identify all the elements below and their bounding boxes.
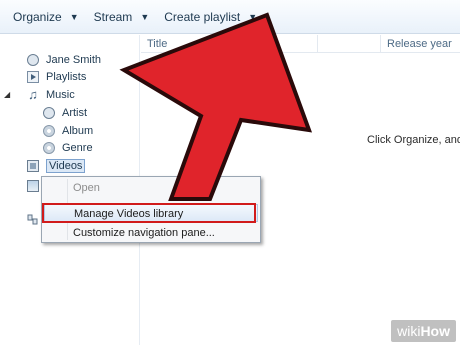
column-release-year[interactable]: Release year <box>380 35 460 53</box>
pictures-icon <box>27 180 39 192</box>
chevron-down-icon: ▼ <box>140 11 150 22</box>
column-title[interactable]: Title <box>141 35 317 53</box>
column-blank[interactable] <box>317 35 380 53</box>
album-icon <box>43 125 55 137</box>
nav-item-music[interactable]: ♫ Music <box>27 86 75 104</box>
nav-item-user[interactable]: Jane Smith <box>27 51 101 69</box>
nav-item-user-label: Jane Smith <box>46 54 102 66</box>
nav-item-videos-label: Videos <box>46 159 86 173</box>
instruction-text: Click Organize, and <box>367 134 460 146</box>
organize-label: Organize <box>13 9 62 24</box>
column-header-row: Title Release year <box>141 35 460 53</box>
artist-icon <box>43 107 55 119</box>
stream-button[interactable]: Stream ▼ <box>94 0 150 34</box>
column-release-year-label: Release year <box>387 38 452 50</box>
chevron-down-icon: ▼ <box>248 11 258 22</box>
chevron-down-icon: ▼ <box>69 11 79 22</box>
nav-item-playlists[interactable]: Playlists <box>27 68 86 86</box>
menu-item-manage-videos-library[interactable]: Manage Videos library <box>44 204 258 222</box>
nav-item-artist[interactable]: Artist <box>43 104 87 122</box>
genre-icon <box>43 142 55 154</box>
watermark-part1: wiki <box>397 323 421 339</box>
stream-label: Stream <box>93 9 133 24</box>
user-icon <box>27 54 39 66</box>
videos-icon <box>27 160 39 172</box>
menu-item-customize-navigation-pane[interactable]: Customize navigation pane... <box>44 224 258 242</box>
context-menu: Open Manage Videos library Customize nav… <box>41 176 261 243</box>
watermark-part2: How <box>420 323 450 339</box>
column-title-label: Title <box>147 38 168 50</box>
network-icon <box>27 214 38 225</box>
playlists-icon <box>27 71 39 83</box>
toolbar: Organize ▼ Stream ▼ Create playlist ▼ <box>0 0 460 34</box>
nav-item-playlists-label: Playlists <box>46 71 87 83</box>
nav-item-album-label: Album <box>62 125 94 137</box>
organize-button[interactable]: Organize ▼ <box>13 0 79 34</box>
nav-item-videos[interactable]: Videos <box>27 157 86 175</box>
watermark-logo: wikiHow <box>391 320 456 342</box>
nav-item-artist-label: Artist <box>62 107 88 119</box>
nav-item-genre-label: Genre <box>62 142 93 154</box>
create-playlist-label: Create playlist <box>164 9 241 24</box>
nav-item-genre[interactable]: Genre <box>43 139 93 157</box>
music-icon: ♫ <box>28 87 38 102</box>
create-playlist-button[interactable]: Create playlist ▼ <box>164 0 257 34</box>
menu-item-open[interactable]: Open <box>44 179 258 197</box>
nav-item-album[interactable]: Album <box>43 122 93 140</box>
collapse-icon[interactable]: ◢ <box>4 90 10 99</box>
nav-item-music-label: Music <box>46 89 75 101</box>
